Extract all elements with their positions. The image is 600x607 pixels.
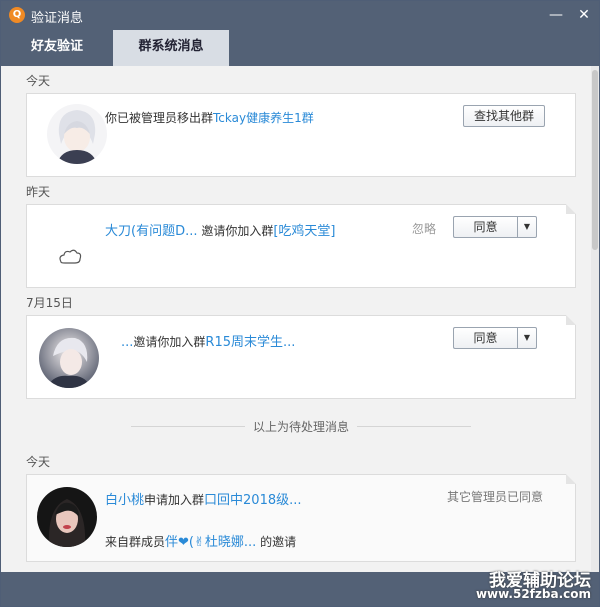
avatar[interactable] xyxy=(39,328,99,388)
group-link[interactable]: R15周末学生... xyxy=(205,335,295,350)
verification-window: Q 验证消息 — ✕ 好友验证 群系统消息 今天 你已被管理员移出群Tckay健… xyxy=(0,0,600,607)
scrollbar-thumb[interactable] xyxy=(592,70,598,250)
message-text: 大刀(有问题D... 邀请你加入群[吃鸡天堂] xyxy=(105,220,335,239)
chevron-down-icon: ▼ xyxy=(523,333,531,342)
message-text: 你已被管理员移出群Tckay健康养生1群 xyxy=(105,109,314,126)
user-link[interactable]: 白小桃 xyxy=(105,493,144,508)
avatar[interactable] xyxy=(47,104,107,164)
date-label: 昨天 xyxy=(26,185,51,199)
ignore-link[interactable]: 忽略 xyxy=(412,220,436,237)
message-prefix: 你已被管理员移出群 xyxy=(105,111,214,125)
inviter-link[interactable]: 伴❤(✌杜晓娜... xyxy=(165,535,256,550)
window-title: 验证消息 xyxy=(31,11,84,26)
divider-line-right xyxy=(357,426,471,427)
source-prefix: 来自群成员 xyxy=(105,535,166,549)
card-fold xyxy=(566,474,576,484)
message-middle: 邀请你加入群 xyxy=(133,335,206,349)
accept-button[interactable]: 同意 xyxy=(453,216,517,238)
qq-logo-icon: Q xyxy=(9,7,25,23)
message-card: 你已被管理员移出群Tckay健康养生1群 查找其他群 xyxy=(26,93,576,177)
avatar[interactable] xyxy=(37,487,97,547)
pending-divider-label: 以上为待处理消息 xyxy=(253,420,350,434)
minimize-button[interactable]: — xyxy=(547,6,565,24)
footer-bar: 我爱辅助论坛 www.52fzba.com xyxy=(1,571,599,606)
message-text: 白小桃申请加入群口回中2018级... xyxy=(105,489,302,508)
chevron-down-icon: ▼ xyxy=(523,222,531,231)
message-card: 白小桃申请加入群口回中2018级... 其它管理员已同意 来自群成员伴❤(✌杜晓… xyxy=(26,474,576,562)
message-card: ...邀请你加入群R15周末学生... 同意 ▼ xyxy=(26,315,576,399)
accept-options-dropdown[interactable]: ▼ xyxy=(517,327,537,349)
user-link[interactable]: ... xyxy=(121,335,133,350)
group-link[interactable]: Tckay健康养生1群 xyxy=(213,111,314,125)
source-suffix: 的邀请 xyxy=(260,535,297,549)
scrollbar[interactable] xyxy=(591,66,599,572)
message-text: ...邀请你加入群R15周末学生... xyxy=(121,331,295,350)
watermark-url: www.52fzba.com xyxy=(475,587,591,601)
message-middle: 邀请你加入群 xyxy=(201,224,274,238)
accept-button[interactable]: 同意 xyxy=(453,327,517,349)
find-other-groups-button[interactable]: 查找其他群 xyxy=(463,105,545,127)
tab-friend-verification[interactable]: 好友验证 xyxy=(1,30,113,66)
title-bar[interactable]: Q 验证消息 — ✕ xyxy=(1,1,599,30)
group-link[interactable]: [吃鸡天堂] xyxy=(273,224,335,239)
message-card: 大刀(有问题D... 邀请你加入群[吃鸡天堂] 忽略 同意 ▼ xyxy=(26,204,576,288)
message-list: 今天 你已被管理员移出群Tckay健康养生1群 查找其他群 昨天 大刀(有问题D… xyxy=(1,66,599,572)
date-label: 今天 xyxy=(26,455,51,469)
card-fold xyxy=(566,315,576,325)
close-button[interactable]: ✕ xyxy=(575,6,593,24)
divider-line-left xyxy=(131,426,245,427)
tab-group-system-messages[interactable]: 群系统消息 xyxy=(113,30,229,66)
user-link[interactable]: 大刀(有问题D... xyxy=(105,224,197,239)
tab-bar: 好友验证 群系统消息 xyxy=(1,30,599,66)
avatar[interactable] xyxy=(47,215,107,275)
card-fold xyxy=(566,204,576,214)
group-link[interactable]: 口回中2018级... xyxy=(204,493,301,508)
date-label: 今天 xyxy=(26,74,51,88)
message-middle: 申请加入群 xyxy=(144,493,205,507)
date-label: 7月15日 xyxy=(26,296,73,310)
source-text: 来自群成员伴❤(✌杜晓娜... 的邀请 xyxy=(105,531,296,550)
accept-options-dropdown[interactable]: ▼ xyxy=(517,216,537,238)
status-text: 其它管理员已同意 xyxy=(447,490,544,504)
